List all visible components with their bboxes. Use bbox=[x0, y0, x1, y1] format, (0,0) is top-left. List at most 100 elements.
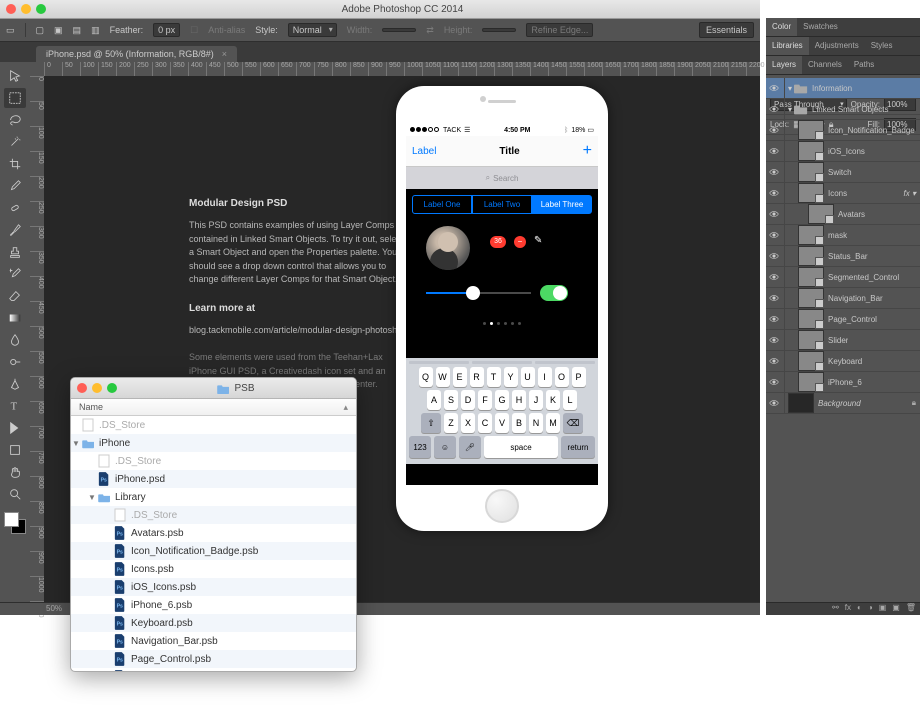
backspace-key[interactable]: ⌫ bbox=[563, 413, 583, 433]
nav-back-label[interactable]: Label bbox=[412, 146, 436, 157]
workspace-select[interactable]: Essentials bbox=[699, 22, 754, 38]
slider-knob[interactable] bbox=[466, 286, 480, 300]
visibility-icon[interactable] bbox=[768, 334, 780, 346]
search-bar[interactable]: ⌕ Search bbox=[406, 167, 598, 189]
visibility-icon[interactable] bbox=[768, 397, 780, 409]
key-O[interactable]: O bbox=[555, 367, 569, 387]
titlebar[interactable]: Adobe Photoshop CC 2014 bbox=[0, 0, 760, 19]
file-row[interactable]: .DS_Store bbox=[71, 452, 356, 470]
key-B[interactable]: B bbox=[512, 413, 526, 433]
file-row[interactable]: PsSegmented_Control.psb bbox=[71, 668, 356, 671]
minimize-icon[interactable] bbox=[92, 383, 102, 393]
zoom-icon[interactable] bbox=[107, 383, 117, 393]
key-D[interactable]: D bbox=[461, 390, 475, 410]
layer-row[interactable]: Avatars bbox=[766, 204, 920, 225]
key-R[interactable]: R bbox=[470, 367, 484, 387]
zoom-icon[interactable] bbox=[36, 4, 46, 14]
page-control[interactable] bbox=[483, 322, 521, 325]
zoom-level[interactable]: 50% bbox=[46, 604, 62, 613]
vertical-ruler[interactable]: 0501001502002503003504004505005506006507… bbox=[30, 76, 45, 603]
history-brush-tool-icon[interactable] bbox=[4, 264, 26, 284]
refine-edge-button[interactable]: Refine Edge... bbox=[526, 23, 593, 37]
lasso-tool-icon[interactable] bbox=[4, 110, 26, 130]
tab-color[interactable]: Color bbox=[766, 18, 797, 36]
return-key[interactable]: return bbox=[561, 436, 595, 458]
key-Y[interactable]: Y bbox=[504, 367, 518, 387]
visibility-icon[interactable] bbox=[768, 145, 780, 157]
zoom-tool-icon[interactable] bbox=[4, 484, 26, 504]
switch[interactable] bbox=[540, 285, 568, 301]
col-name[interactable]: Name bbox=[79, 399, 103, 415]
trash-icon[interactable]: 🗑︎ bbox=[906, 603, 916, 615]
key-J[interactable]: J bbox=[529, 390, 543, 410]
layer-row[interactable]: Navigation_Bar bbox=[766, 288, 920, 309]
num-key[interactable]: 123 bbox=[409, 436, 431, 458]
tab-channels[interactable]: Channels bbox=[802, 56, 848, 74]
visibility-icon[interactable] bbox=[768, 82, 780, 94]
shift-key[interactable]: ⇧ bbox=[421, 413, 441, 433]
key-V[interactable]: V bbox=[495, 413, 509, 433]
blur-tool-icon[interactable] bbox=[4, 330, 26, 350]
visibility-icon[interactable] bbox=[768, 292, 780, 304]
layer-row[interactable]: Switch bbox=[766, 162, 920, 183]
tab-layers[interactable]: Layers bbox=[766, 56, 802, 74]
brush-tool-icon[interactable] bbox=[4, 220, 26, 240]
file-row[interactable]: PsiPhone_6.psb bbox=[71, 596, 356, 614]
key-P[interactable]: P bbox=[572, 367, 586, 387]
visibility-icon[interactable] bbox=[768, 208, 780, 220]
key-U[interactable]: U bbox=[521, 367, 535, 387]
layer-row[interactable]: ▾Information bbox=[766, 78, 920, 99]
new-layer-icon[interactable]: ▣ bbox=[892, 603, 900, 615]
color-swatches[interactable] bbox=[4, 512, 26, 534]
group-icon[interactable]: ▣ bbox=[879, 603, 887, 615]
key-F[interactable]: F bbox=[478, 390, 492, 410]
mask-icon[interactable]: ◐ bbox=[857, 603, 862, 615]
visibility-icon[interactable] bbox=[768, 187, 780, 199]
key-K[interactable]: K bbox=[546, 390, 560, 410]
file-row[interactable]: PsKeyboard.psb bbox=[71, 614, 356, 632]
tab-styles[interactable]: Styles bbox=[865, 37, 899, 55]
layer-row[interactable]: iPhone_6 bbox=[766, 372, 920, 393]
disclosure-icon[interactable]: ▼ bbox=[71, 439, 81, 448]
visibility-icon[interactable] bbox=[768, 229, 780, 241]
key-W[interactable]: W bbox=[436, 367, 450, 387]
seg-3[interactable]: Label Three bbox=[532, 195, 592, 214]
eraser-tool-icon[interactable] bbox=[4, 286, 26, 306]
layer-row[interactable]: ▾Linked Smart Objects bbox=[766, 99, 920, 120]
marquee-tool-icon[interactable] bbox=[4, 88, 26, 108]
selection-subtract-icon[interactable]: ▤ bbox=[73, 25, 82, 36]
file-row[interactable]: PsNavigation_Bar.psb bbox=[71, 632, 356, 650]
layer-row[interactable]: Page_Control bbox=[766, 309, 920, 330]
key-X[interactable]: X bbox=[461, 413, 475, 433]
file-row[interactable]: PsPage_Control.psb bbox=[71, 650, 356, 668]
disclosure-icon[interactable]: ▼ bbox=[87, 493, 97, 502]
swap-icon[interactable]: ⇄ bbox=[426, 25, 434, 36]
visibility-icon[interactable] bbox=[768, 250, 780, 262]
path-tool-icon[interactable] bbox=[4, 418, 26, 438]
type-tool-icon[interactable]: T bbox=[4, 396, 26, 416]
visibility-icon[interactable] bbox=[768, 166, 780, 178]
visibility-icon[interactable] bbox=[768, 103, 780, 115]
visibility-icon[interactable] bbox=[768, 313, 780, 325]
file-row[interactable]: .DS_Store bbox=[71, 416, 356, 434]
layer-row[interactable]: Keyboard bbox=[766, 351, 920, 372]
key-Z[interactable]: Z bbox=[444, 413, 458, 433]
key-E[interactable]: E bbox=[453, 367, 467, 387]
marquee-tool-icon[interactable]: ▭ bbox=[6, 25, 15, 36]
tab-adjustments[interactable]: Adjustments bbox=[809, 37, 865, 55]
emoji-key[interactable]: ☺ bbox=[434, 436, 456, 458]
key-Q[interactable]: Q bbox=[419, 367, 433, 387]
tab-swatches[interactable]: Swatches bbox=[797, 18, 844, 36]
key-M[interactable]: M bbox=[546, 413, 560, 433]
key-S[interactable]: S bbox=[444, 390, 458, 410]
link-icon[interactable]: ⚯ bbox=[832, 603, 839, 615]
selection-add-icon[interactable]: ▣ bbox=[54, 25, 63, 36]
selection-intersect-icon[interactable]: ▥ bbox=[91, 25, 100, 36]
fx-icon[interactable]: fx bbox=[845, 603, 851, 615]
seg-1[interactable]: Label One bbox=[412, 195, 472, 214]
adjust-icon[interactable]: ◑ bbox=[868, 603, 873, 615]
file-row[interactable]: PsAvatars.psb bbox=[71, 524, 356, 542]
mic-key[interactable]: 🎤︎ bbox=[459, 436, 481, 458]
file-row[interactable]: PsIcon_Notification_Badge.psb bbox=[71, 542, 356, 560]
space-key[interactable]: space bbox=[484, 436, 558, 458]
